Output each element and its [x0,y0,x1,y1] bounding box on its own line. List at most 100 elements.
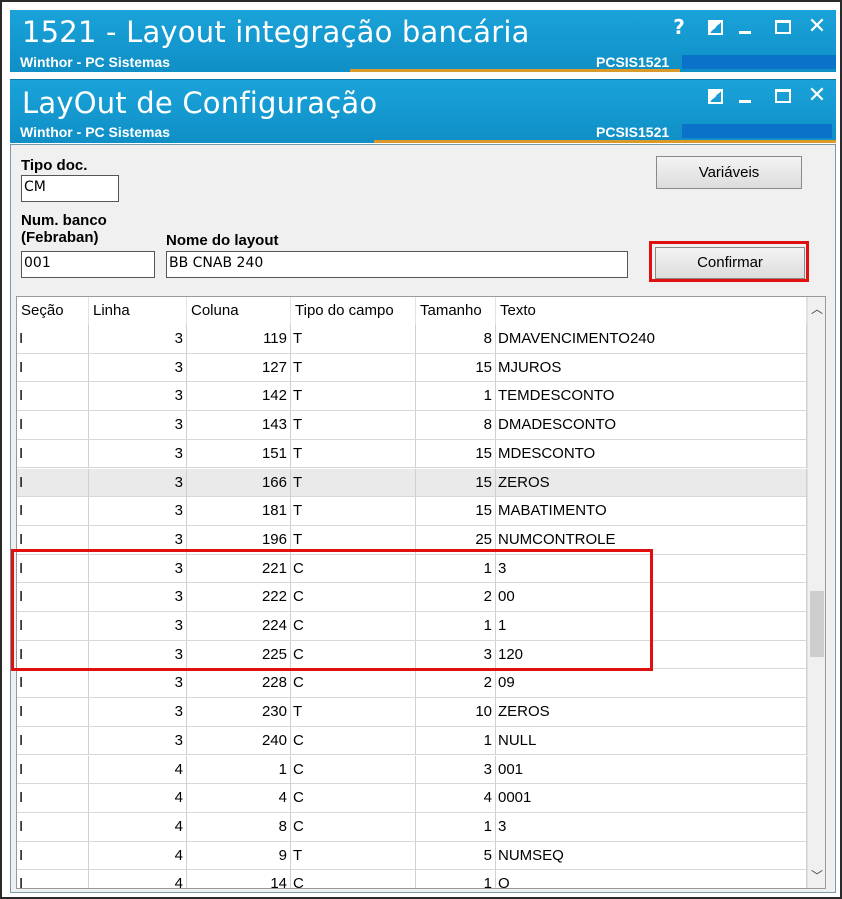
col-header-texto[interactable]: Texto [496,297,807,325]
cell-texto[interactable]: MDESCONTO [496,439,807,468]
cell-linha[interactable]: 4 [89,755,187,784]
cell-secao[interactable]: I [17,439,89,468]
col-header-linha[interactable]: Linha [89,297,187,325]
inner-close-icon[interactable]: ✕ [806,85,828,107]
cell-tipo[interactable]: T [291,841,416,870]
cell-linha[interactable]: 3 [89,439,187,468]
table-row[interactable]: I 3 228 C 2 09 [17,669,807,699]
cell-texto[interactable]: NUMSEQ [496,841,807,870]
cell-coluna[interactable]: 151 [187,439,291,468]
cell-secao[interactable]: I [17,755,89,784]
cell-texto[interactable]: 0001 [496,784,807,813]
cell-tipo[interactable]: C [291,812,416,841]
cell-texto[interactable]: ZEROS [496,468,807,497]
cell-linha[interactable]: 4 [89,870,187,888]
cell-linha[interactable]: 3 [89,468,187,497]
inner-minimize-icon[interactable] [734,85,756,107]
table-row[interactable]: I 3 151 T 15 MDESCONTO [17,439,807,469]
table-row[interactable]: I 3 142 T 1 TEMDESCONTO [17,382,807,412]
cell-texto[interactable]: MABATIMENTO [496,497,807,526]
inner-title-bar[interactable]: LayOut de Configuração Winthor - PC Sist… [10,79,836,143]
cell-linha[interactable]: 3 [89,669,187,698]
scroll-down-icon[interactable]: ﹀ [808,866,825,886]
scroll-up-icon[interactable]: ︿ [808,299,825,319]
table-row[interactable]: I 4 9 T 5 NUMSEQ [17,841,807,871]
outer-title-bar[interactable]: 1521 - Layout integração bancária Wintho… [10,10,836,72]
cell-linha[interactable]: 4 [89,784,187,813]
nome-layout-field[interactable]: BB CNAB 240 [166,251,628,278]
cell-secao[interactable]: I [17,726,89,755]
cell-tamanho[interactable]: 1 [416,726,496,755]
cell-coluna[interactable]: 240 [187,726,291,755]
minimize-icon[interactable] [734,16,756,38]
cell-coluna[interactable]: 228 [187,669,291,698]
close-icon[interactable]: ✕ [806,16,828,38]
table-row[interactable]: I 4 1 C 3 001 [17,755,807,785]
cell-tipo[interactable]: T [291,353,416,382]
cell-tipo[interactable]: T [291,382,416,411]
cell-coluna[interactable]: 181 [187,497,291,526]
cell-tamanho[interactable]: 1 [416,382,496,411]
cell-texto[interactable]: 001 [496,755,807,784]
table-row[interactable]: I 3 166 T 15 ZEROS [17,468,807,498]
cell-coluna[interactable]: 9 [187,841,291,870]
table-row[interactable]: I 3 119 T 8 DMAVENCIMENTO240 [17,325,807,354]
cell-coluna[interactable]: 142 [187,382,291,411]
cell-tamanho[interactable]: 3 [416,755,496,784]
cell-linha[interactable]: 4 [89,841,187,870]
cell-linha[interactable]: 3 [89,497,187,526]
cell-linha[interactable]: 3 [89,726,187,755]
col-header-tipo-campo[interactable]: Tipo do campo [291,297,416,325]
cell-tamanho[interactable]: 1 [416,870,496,888]
cell-coluna[interactable]: 4 [187,784,291,813]
cell-tamanho[interactable]: 15 [416,497,496,526]
cell-tipo[interactable]: T [291,325,416,353]
num-banco-field[interactable]: 001 [21,251,155,278]
table-row[interactable]: I 3 127 T 15 MJUROS [17,353,807,383]
cell-texto[interactable]: NULL [496,726,807,755]
help-icon[interactable]: ? [668,16,690,38]
cell-coluna[interactable]: 14 [187,870,291,888]
cell-linha[interactable]: 3 [89,411,187,440]
variaveis-button[interactable]: Variáveis [656,156,802,189]
cell-texto[interactable]: DMAVENCIMENTO240 [496,325,807,353]
cell-coluna[interactable]: 119 [187,325,291,353]
cell-texto[interactable]: 3 [496,812,807,841]
cell-tamanho[interactable]: 15 [416,353,496,382]
cell-texto[interactable]: MJUROS [496,353,807,382]
cell-texto[interactable]: ZEROS [496,698,807,727]
grid-scrollbar[interactable]: ︿ ﹀ [807,297,825,888]
cell-tipo[interactable]: T [291,497,416,526]
table-row[interactable]: I48C13 [17,812,807,842]
col-header-secao[interactable]: Seção [17,297,89,325]
cell-secao[interactable]: I [17,353,89,382]
cell-tipo[interactable]: C [291,870,416,888]
table-row[interactable]: I 4 4 C 4 0001 [17,784,807,813]
cell-linha[interactable]: 3 [89,382,187,411]
cell-coluna[interactable]: 1 [187,755,291,784]
inner-maximize-icon[interactable] [772,85,794,107]
cell-tipo[interactable]: T [291,411,416,440]
cell-secao[interactable]: I [17,411,89,440]
cell-tamanho[interactable]: 10 [416,698,496,727]
cell-tipo[interactable]: C [291,755,416,784]
cell-secao[interactable]: I [17,468,89,497]
cell-tamanho[interactable]: 1 [416,812,496,841]
cell-secao[interactable]: I [17,669,89,698]
scroll-thumb[interactable] [810,591,824,657]
table-row[interactable]: I 3 240 C 1 NULL [17,726,807,756]
maximize-icon[interactable] [772,16,794,38]
cell-coluna[interactable]: 143 [187,411,291,440]
cell-tamanho[interactable]: 5 [416,841,496,870]
cell-tamanho[interactable]: 2 [416,669,496,698]
cell-linha[interactable]: 4 [89,812,187,841]
cell-linha[interactable]: 3 [89,353,187,382]
table-row[interactable]: I 3 230 T 10 ZEROS [17,698,807,727]
col-header-tamanho[interactable]: Tamanho [416,297,496,325]
cell-tipo[interactable]: C [291,784,416,813]
cell-texto[interactable]: 09 [496,669,807,698]
cell-coluna[interactable]: 8 [187,812,291,841]
cell-tamanho[interactable]: 8 [416,325,496,353]
cell-secao[interactable]: I [17,841,89,870]
cell-secao[interactable]: I [17,382,89,411]
